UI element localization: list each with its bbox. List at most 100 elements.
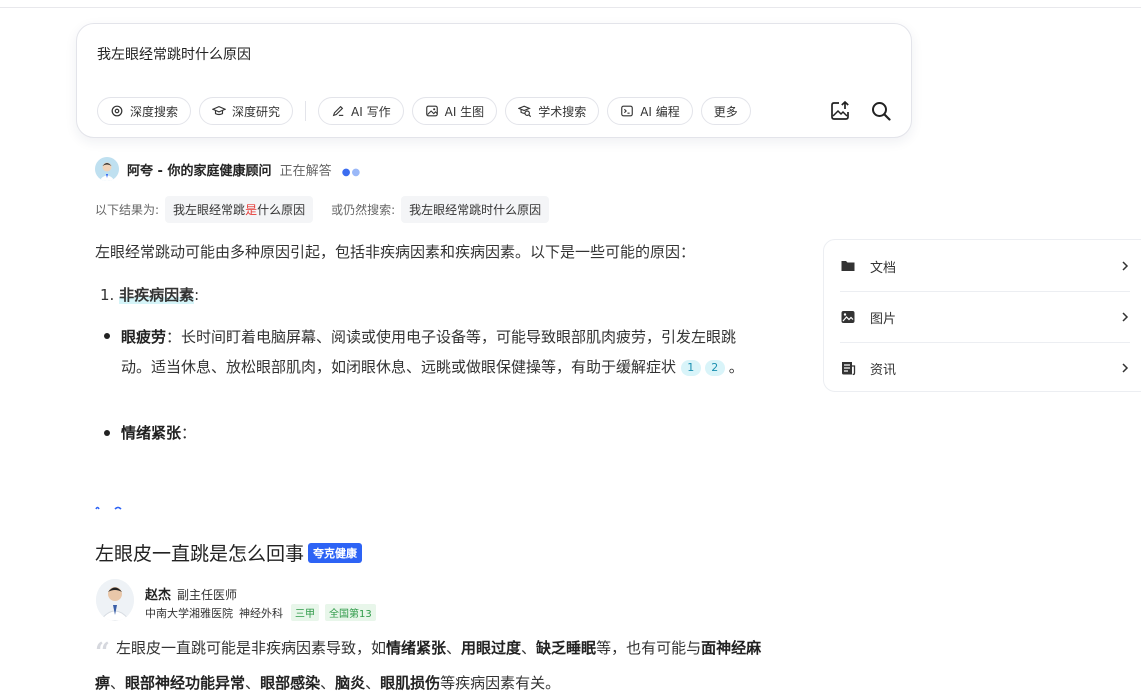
answer-intro: 左眼经常跳动可能由多种原因引起，包括非疾病因素和疾病因素。以下是一些可能的原因： — [95, 243, 696, 261]
panel-item-news[interactable]: 资讯 — [840, 343, 1130, 393]
quote-mark-icon: “ — [95, 638, 110, 668]
toolbar-divider — [305, 101, 307, 121]
deep-search-button[interactable]: 深度搜索 — [97, 97, 192, 125]
ai-image-label: AI 生图 — [444, 104, 485, 119]
corrected-query-post: 什么原因 — [257, 202, 306, 217]
panel-item-label: 资讯 — [870, 362, 897, 378]
assistant-name: 阿夸 - 你的家庭健康顾问 — [127, 164, 272, 179]
bullet-title: 情绪紧张 — [121, 424, 182, 442]
terminal-icon — [621, 105, 634, 117]
academic-search-icon — [518, 105, 532, 118]
academic-search-label: 学术搜索 — [538, 104, 587, 119]
assistant-avatar — [95, 157, 119, 181]
chevron-right-icon — [1122, 312, 1129, 322]
top-divider — [0, 7, 1141, 8]
assistant-header: 阿夸 - 你的家庭健康顾问 正在解答 ●● — [127, 160, 361, 179]
ai-image-button[interactable]: AI 生图 — [411, 97, 498, 125]
ai-writing-button[interactable]: AI 写作 — [318, 97, 404, 125]
bullet-dot — [104, 333, 110, 339]
list-title: 非疾病因素 — [119, 286, 195, 304]
doctor-avatar-icon — [95, 157, 119, 181]
ai-coding-button[interactable]: AI 编程 — [607, 97, 693, 125]
quote-keyword: 情绪紧张 — [385, 639, 446, 657]
list-heading: 1. 非疾病因素: — [100, 284, 199, 305]
more-button[interactable]: 更多 — [700, 97, 751, 125]
doctor-quote: “左眼皮一直跳可能是非疾病因素导致，如情绪紧张、用眼过度、缺乏睡眠等，也有可能与… — [95, 633, 775, 698]
quote-sep: 、 — [446, 639, 462, 657]
citation-2[interactable]: 2 — [704, 359, 725, 376]
bullet-text: ：长时间盯着电脑屏幕、阅读或使用电子设备等，可能导致眼部肌肉疲劳，引发左眼跳动。… — [121, 328, 737, 376]
deep-research-label: 深度研究 — [232, 104, 281, 119]
typing-dots-icon: ●● — [341, 167, 362, 178]
doctor-card-title[interactable]: 左眼皮一直跳是怎么回事 夸克健康 — [95, 539, 363, 566]
side-panel: 文档 图片 资讯 — [823, 239, 1141, 392]
hospital-name: 中南大学湘雅医院 — [145, 606, 233, 620]
quote-keyword: 眼部神经功能异常 — [125, 674, 246, 692]
chevron-right-icon — [1122, 261, 1129, 271]
news-icon — [842, 362, 856, 376]
tool-bar: 深度搜索 深度研究 AI 写作 AI 生图 学术搜索 AI 编程 更多 — [97, 96, 751, 126]
academic-search-button[interactable]: 学术搜索 — [505, 97, 600, 125]
doctor-title: 副主任医师 — [177, 588, 238, 602]
panel-item-label: 文档 — [870, 260, 897, 276]
corrected-query-pre: 我左眼经常跳 — [173, 202, 246, 217]
quote-sep: 、 — [365, 674, 381, 692]
still-search-label: 或仍然搜索: — [331, 202, 396, 217]
quote-sep: 、 — [245, 674, 261, 692]
chevron-right-icon — [1122, 363, 1129, 373]
panel-item-label: 图片 — [870, 311, 897, 327]
quote-keyword: 缺乏睡眠 — [536, 639, 597, 657]
quote-text: 等疾病因素有关。 — [440, 674, 561, 692]
bullet-dot — [104, 430, 110, 436]
hospital-grade-tag: 三甲 — [291, 604, 319, 621]
answer-status: 正在解答 — [279, 164, 332, 179]
graduation-cap-icon — [212, 106, 227, 116]
doctor-name: 赵杰 — [145, 588, 172, 603]
corrected-query-link[interactable]: 我左眼经常跳是什么原因 — [165, 195, 314, 223]
doctor-name-line: 赵杰 副主任医师 — [145, 584, 237, 603]
pen-icon — [332, 105, 344, 117]
quote-keyword: 用眼过度 — [461, 639, 522, 657]
quote-sep: 、 — [521, 639, 537, 657]
ai-coding-label: AI 编程 — [640, 104, 680, 119]
bullet-eye-fatigue: 眼疲劳：长时间盯着电脑屏幕、阅读或使用电子设备等，可能导致眼部肌肉疲劳，引发左眼… — [121, 322, 761, 382]
image-icon — [425, 105, 438, 117]
results-for-label: 以下结果为: — [95, 202, 160, 217]
department: 神经外科 — [239, 606, 283, 620]
list-number: 1. — [100, 286, 115, 304]
citation-1[interactable]: 1 — [680, 359, 701, 376]
doctor-photo-icon — [96, 579, 134, 621]
quote-keyword: 眼部感染 — [260, 674, 321, 692]
doctor-avatar[interactable] — [96, 579, 134, 621]
bullet-end: 。 — [728, 358, 744, 376]
deep-search-label: 深度搜索 — [130, 104, 179, 119]
bullet-emotional-stress: 情绪紧张： — [121, 418, 761, 448]
quote-text: 左眼皮一直跳可能是非疾病因素导致，如 — [115, 639, 386, 657]
folder-icon — [841, 261, 855, 271]
corrected-query-highlight: 是 — [245, 202, 258, 217]
quote-keyword: 眼肌损伤 — [380, 674, 441, 692]
doctor-card-title-text: 左眼皮一直跳是怎么回事 — [95, 543, 305, 565]
hospital-rank-tag: 全国第13 — [325, 604, 376, 621]
quote-keyword: 脑炎 — [335, 674, 366, 692]
health-badge: 夸克健康 — [308, 543, 363, 563]
query-correction: 以下结果为: 我左眼经常跳是什么原因 或仍然搜索: 我左眼经常跳时什么原因 — [95, 195, 567, 223]
image-upload-icon[interactable] — [829, 100, 851, 122]
doctor-hospital-line: 中南大学湘雅医院 神经外科 三甲 全国第13 — [145, 604, 376, 621]
loading-indicator-icon — [95, 506, 122, 510]
panel-item-images[interactable]: 图片 — [840, 292, 1130, 342]
deep-research-button[interactable]: 深度研究 — [199, 97, 294, 125]
search-box[interactable]: 我左眼经常跳时什么原因 深度搜索 深度研究 AI 写作 AI 生图 学术搜索 A… — [76, 23, 912, 138]
original-query-link[interactable]: 我左眼经常跳时什么原因 — [401, 195, 550, 223]
deep-search-icon — [111, 105, 123, 117]
panel-item-docs[interactable]: 文档 — [840, 241, 1130, 291]
search-input[interactable]: 我左眼经常跳时什么原因 — [97, 44, 251, 64]
bullet-text: ： — [181, 424, 197, 442]
search-icon[interactable] — [870, 100, 892, 122]
list-colon: : — [194, 286, 200, 304]
bullet-title: 眼疲劳 — [121, 328, 167, 346]
image-icon — [841, 311, 855, 323]
quote-text: 等，也有可能与 — [596, 639, 702, 657]
quote-sep: 、 — [110, 674, 126, 692]
ai-writing-label: AI 写作 — [351, 104, 391, 119]
